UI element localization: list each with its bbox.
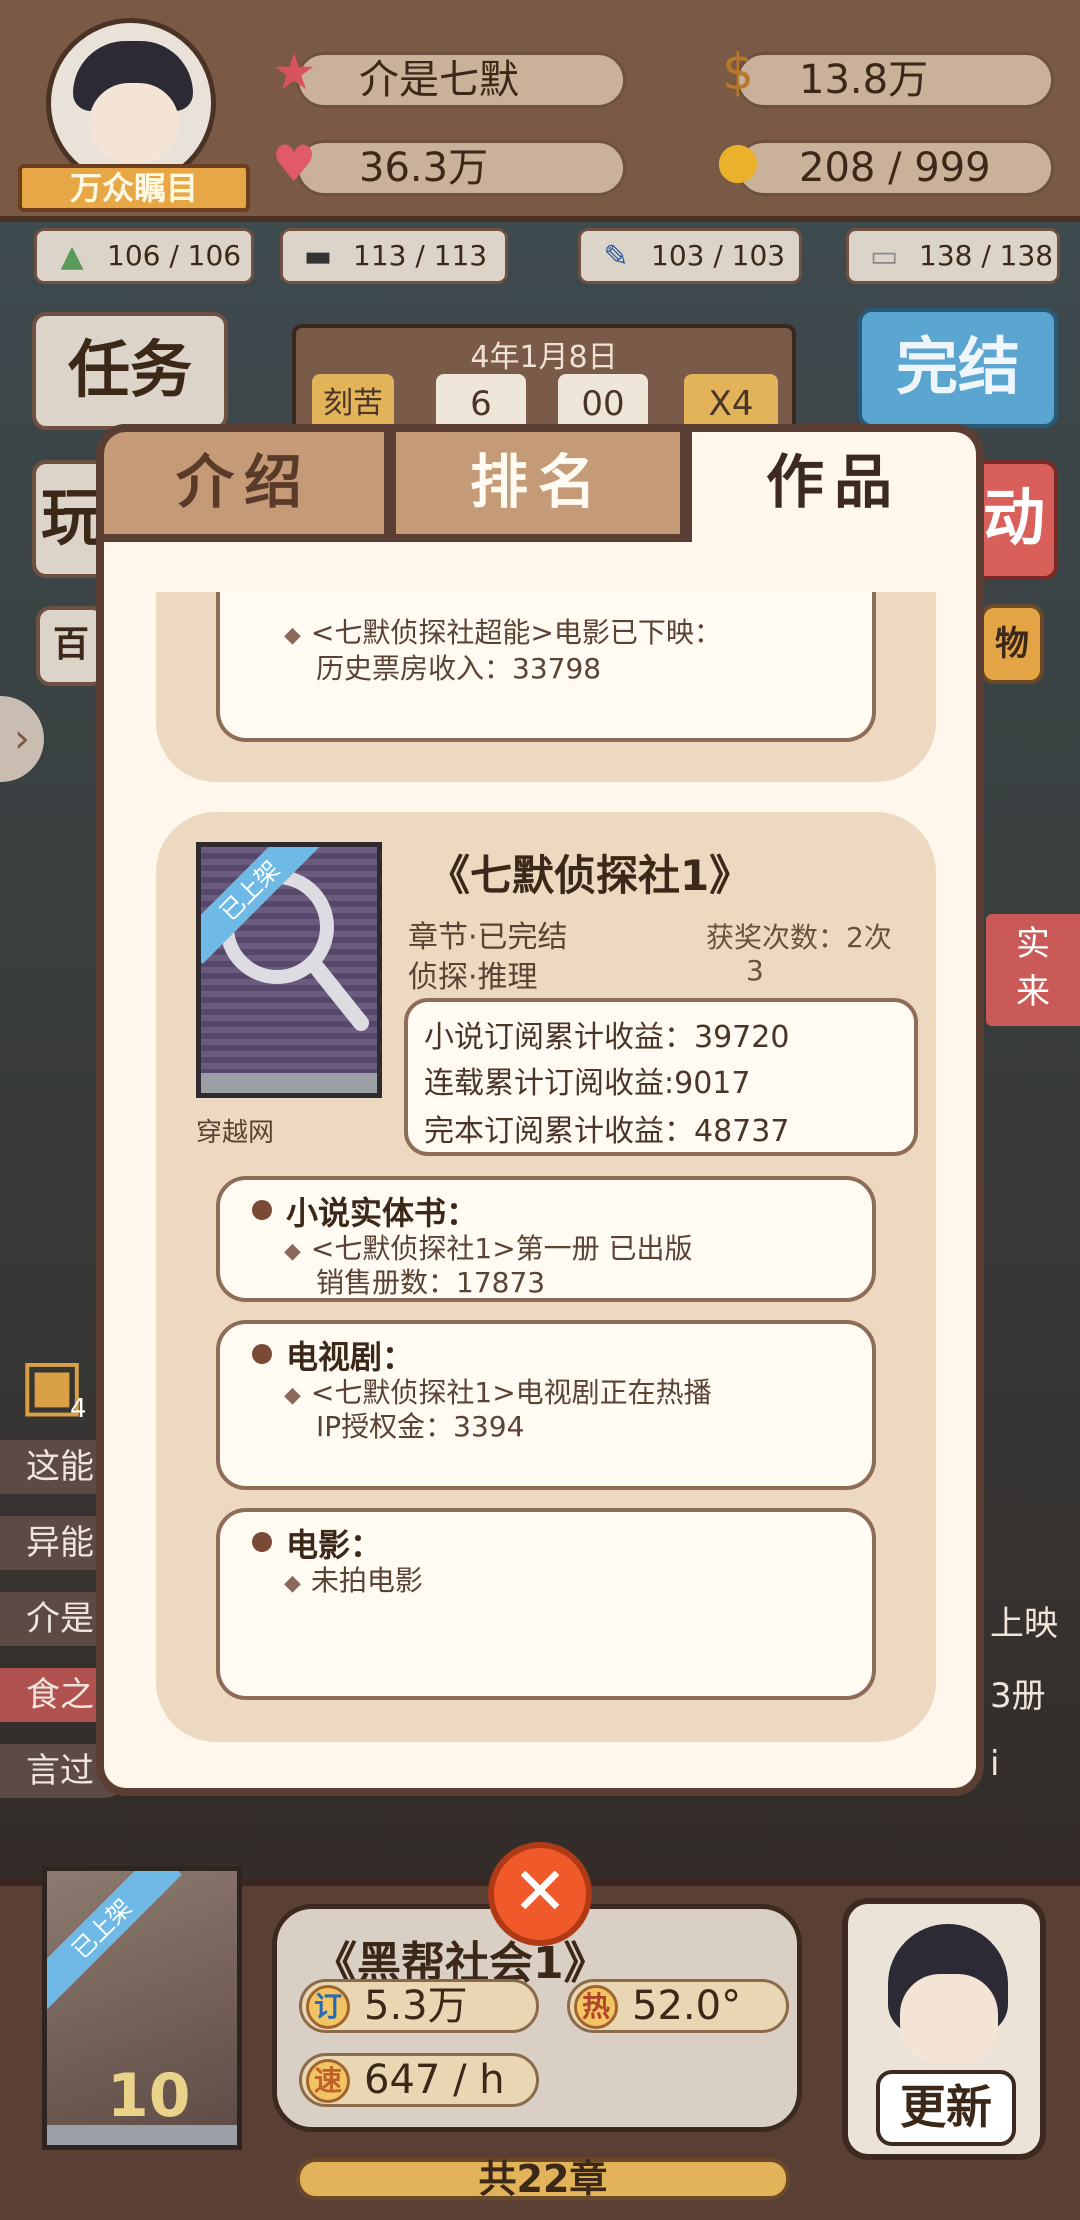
tv-series-line: ◆ <七默侦探社1>电视剧正在热播 (284, 1376, 712, 1413)
heat-badge: 热 (574, 1985, 618, 2029)
prev-movie-line: ◆ <七默侦探社超能>电影已下映： (284, 616, 722, 653)
awards-sub: 3 (746, 954, 764, 987)
diamond-bullet-icon: ◆ (284, 623, 301, 648)
resource-pill-1: ▲ 106 / 106 (34, 228, 254, 284)
physical-book-line-2: 销售册数：17873 (316, 1266, 546, 1299)
resource-value-1: 106 / 106 (107, 239, 242, 272)
income-line-1: 小说订阅累计收益：39720 (424, 1020, 790, 1055)
prev-movie-box: ◆ <七默侦探社超能>电影已下映： 历史票房收入：33798 (216, 592, 876, 742)
ideas-pill: 208 / 999 (736, 140, 1054, 196)
physical-book-box: 小说实体书： ◆ <七默侦探社1>第一册 已出版 销售册数：17873 (216, 1176, 876, 1302)
update-button-label: 更新 (876, 2070, 1016, 2146)
book-title: 《七默侦探社1》 (428, 851, 752, 900)
tab-ranking[interactable]: 排名 (388, 424, 688, 542)
resource-pill-3: ✎ 103 / 103 (578, 228, 802, 284)
avatar-face (89, 83, 179, 163)
works-modal: ◆ <七默侦探社超能>电影已下映： 历史票房收入：33798 已上架 穿越网 《七… (96, 424, 984, 1796)
update-button[interactable]: 更新 (842, 1898, 1046, 2160)
fans-pill: 36.3万 (296, 140, 626, 196)
prev-movie-line-2: 历史票房收入：33798 (316, 652, 602, 685)
section-dot-icon (252, 1344, 272, 1364)
money-pill: 13.8万 (736, 52, 1054, 108)
heart-icon: ♥ (271, 135, 317, 193)
modal-tabs: 介绍 排名 作品 (96, 424, 984, 542)
lightbulb-icon: ● (716, 131, 760, 189)
finish-button[interactable]: 完结 (858, 308, 1058, 428)
mountain-icon: ▲ (60, 239, 84, 274)
shop-button[interactable]: 物 (980, 604, 1044, 684)
income-line-2: 连载累计订阅收益:9017 (424, 1066, 751, 1101)
cover-spine (47, 2125, 237, 2145)
heat-pill: 热 52.0° (567, 1979, 789, 2033)
speed-pill: 速 647 / h (299, 2053, 539, 2107)
diamond-bullet-icon: ◆ (284, 1571, 301, 1596)
subs-badge: 订 (306, 1985, 350, 2029)
bg-right-row-1: 上映 (990, 1604, 1058, 1644)
star-icon: ★ (271, 43, 317, 101)
movie-line: ◆ 未拍电影 (284, 1564, 423, 1601)
bg-right-row-2: 3册 (990, 1676, 1046, 1716)
physical-book-line: ◆ <七默侦探社1>第一册 已出版 (284, 1232, 693, 1269)
cover-number: 10 (107, 2061, 191, 2131)
ideas-value: 208 / 999 (799, 145, 991, 191)
work-card: 已上架 穿越网 《七默侦探社1》 章节·已完结 侦探·推理 获奖次数：2次 3 … (156, 812, 936, 1742)
book-icon: ▭ (869, 239, 899, 274)
works-scroll-list[interactable]: ◆ <七默侦探社超能>电影已下映： 历史票房收入：33798 已上架 穿越网 《七… (156, 592, 936, 1788)
heat-value: 52.0° (632, 1983, 742, 2029)
fans-value: 36.3万 (359, 145, 489, 191)
task-button[interactable]: 任务 (32, 312, 228, 430)
current-book-cover[interactable]: 10 已上架 (42, 1866, 242, 2150)
resource-value-3: 103 / 103 (651, 239, 786, 272)
income-line-3: 完本订阅累计收益：48737 (424, 1114, 790, 1149)
cover-spine (201, 1073, 377, 1093)
money-bag-icon: $ (722, 43, 754, 101)
author-avatar-face (900, 1974, 998, 2064)
money-value: 13.8万 (799, 57, 929, 103)
physical-book-line-1: <七默侦探社1>第一册 已出版 (310, 1232, 693, 1265)
section-dot-icon (252, 1200, 272, 1220)
book-status: 章节·已完结 (408, 920, 568, 955)
bg-right-row-3: i (990, 1744, 1000, 1784)
resource-value-2: 113 / 113 (353, 239, 488, 272)
side-badge[interactable]: 实 来 (986, 914, 1080, 1026)
subs-pill: 订 5.3万 (299, 1979, 539, 2033)
book-cover[interactable]: 已上架 (196, 842, 382, 1098)
tab-works[interactable]: 作品 (684, 424, 984, 542)
player-name: 介是七默 (359, 57, 519, 103)
tv-series-title: 电视剧： (286, 1338, 415, 1376)
resource-pill-4: ▭ 138 / 138 (846, 228, 1060, 284)
tv-series-box: 电视剧： ◆ <七默侦探社1>电视剧正在热播 IP授权金：3394 (216, 1320, 876, 1490)
book-genre: 侦探·推理 (408, 960, 538, 995)
section-dot-icon (252, 1532, 272, 1552)
awards-count: 获奖次数：2次 (706, 921, 892, 954)
subs-value: 5.3万 (364, 1983, 468, 2029)
diamond-bullet-icon: ◆ (284, 1383, 301, 1408)
date-label: 4年1月8日 (470, 340, 618, 375)
movie-box: 电影： ◆ 未拍电影 (216, 1508, 876, 1700)
diamond-bullet-icon: ◆ (284, 1239, 301, 1264)
physical-book-title: 小说实体书： (286, 1194, 479, 1232)
title-badge: 万众瞩目 (18, 164, 250, 212)
chapter-count-bar: 共22章 (296, 2158, 790, 2200)
tv-series-line-2: IP授权金：3394 (316, 1410, 525, 1443)
magnifier-icon (220, 870, 369, 1031)
tab-intro[interactable]: 介绍 (96, 424, 392, 542)
brush-icon: ✎ (603, 239, 629, 274)
player-avatar[interactable] (46, 18, 216, 188)
prev-movie-line-1: <七默侦探社超能>电影已下映： (310, 616, 722, 649)
close-modal-button[interactable]: ✕ (488, 1842, 592, 1946)
resource-pill-2: ▬ 113 / 113 (280, 228, 508, 284)
speed-value: 647 / h (364, 2057, 505, 2103)
income-box: 小说订阅累计收益：39720 连载累计订阅收益:9017 完本订阅累计收益：48… (404, 998, 918, 1156)
resource-value-4: 138 / 138 (919, 239, 1054, 272)
hat-icon: ▬ (303, 239, 333, 274)
player-name-pill: 介是七默 (296, 52, 626, 108)
movie-line-1: 未拍电影 (310, 1564, 423, 1597)
speed-badge: 速 (306, 2059, 350, 2103)
tv-series-line-1: <七默侦探社1>电视剧正在热播 (310, 1376, 712, 1409)
platform-label: 穿越网 (196, 1118, 275, 1148)
prev-work-card: ◆ <七默侦探社超能>电影已下映： 历史票房收入：33798 (156, 592, 936, 782)
movie-title: 电影： (286, 1526, 383, 1564)
